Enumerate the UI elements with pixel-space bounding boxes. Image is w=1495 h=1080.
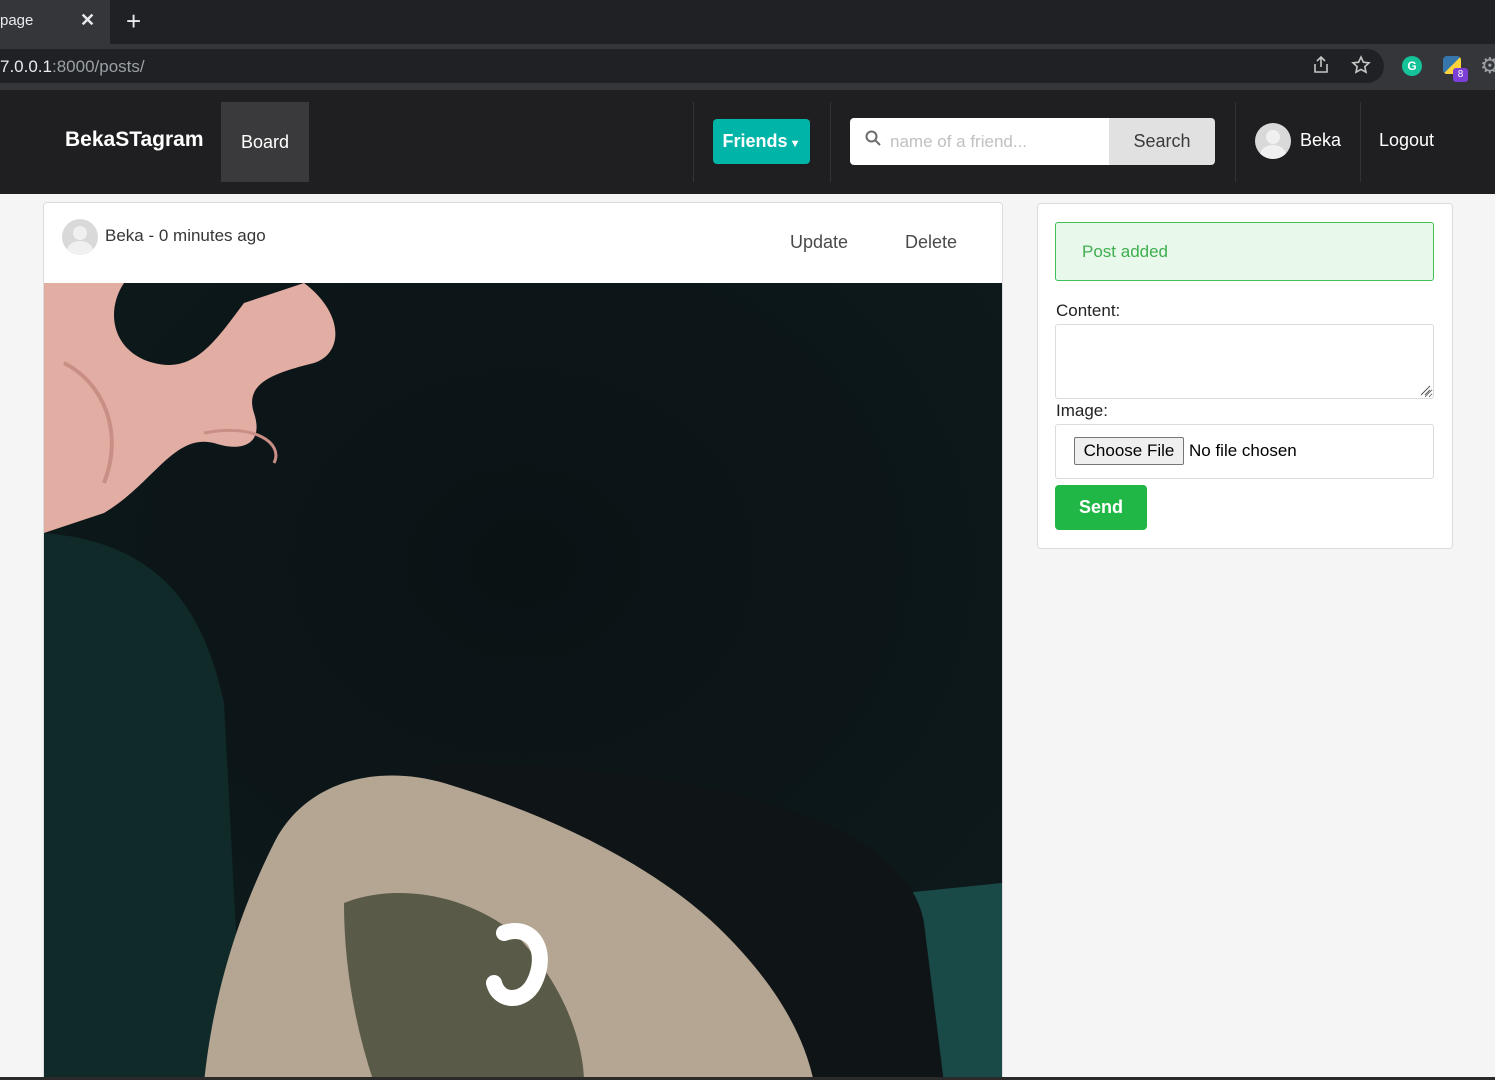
- delete-post-button[interactable]: Delete: [905, 232, 957, 253]
- image-label: Image:: [1056, 401, 1108, 420]
- content-label: Content:: [1056, 301, 1121, 320]
- friend-search-input[interactable]: [890, 118, 1105, 165]
- nav-divider: [1235, 102, 1236, 182]
- settings-gear-icon[interactable]: ⚙: [1480, 53, 1495, 79]
- post-author-avatar[interactable]: [62, 219, 98, 255]
- post-photo: [44, 283, 1002, 1080]
- logout-link[interactable]: Logout: [1379, 130, 1434, 151]
- nav-divider: [693, 102, 694, 182]
- extension-badge: 8: [1453, 68, 1468, 82]
- nav-board-link[interactable]: Board: [221, 102, 309, 182]
- content-textarea[interactable]: [1055, 324, 1434, 399]
- post-author-line: Beka - 0 minutes ago: [105, 226, 266, 245]
- browser-tab[interactable]: page ✕: [0, 0, 110, 44]
- search-button[interactable]: Search: [1109, 118, 1215, 165]
- share-icon[interactable]: [1311, 55, 1331, 80]
- browser-tab-title: page: [0, 12, 34, 29]
- choose-file-button[interactable]: Choose File: [1074, 437, 1184, 465]
- brand-logo[interactable]: BekaSTagram: [65, 128, 204, 152]
- nav-divider: [830, 102, 831, 182]
- nav-user-name[interactable]: Beka: [1300, 130, 1341, 151]
- url-path: :8000/posts/: [52, 57, 145, 76]
- resize-grip-icon[interactable]: [1419, 384, 1431, 396]
- friends-label: Friends: [722, 131, 788, 151]
- file-status-text: No file chosen: [1189, 441, 1297, 460]
- caret-down-icon: ▼: [789, 138, 801, 150]
- omnibox[interactable]: [0, 49, 1384, 83]
- search-icon: [865, 130, 881, 146]
- success-notification: Post added: [1055, 222, 1434, 281]
- nav-divider: [1360, 102, 1361, 182]
- address-bar: [0, 44, 1495, 90]
- friends-dropdown-button[interactable]: Friends ▼: [713, 119, 810, 164]
- url-text[interactable]: 7.0.0.1:8000/posts/: [0, 57, 145, 77]
- new-tab-icon[interactable]: +: [126, 6, 141, 37]
- send-button[interactable]: Send: [1055, 485, 1147, 530]
- url-host: 7.0.0.1: [0, 57, 52, 76]
- update-post-button[interactable]: Update: [790, 232, 848, 253]
- grammarly-extension-icon[interactable]: G: [1402, 56, 1422, 76]
- browser-tab-strip: [0, 0, 1495, 44]
- bookmark-star-icon[interactable]: [1351, 55, 1371, 80]
- tab-close-icon[interactable]: ✕: [80, 10, 95, 31]
- user-avatar[interactable]: [1255, 123, 1291, 159]
